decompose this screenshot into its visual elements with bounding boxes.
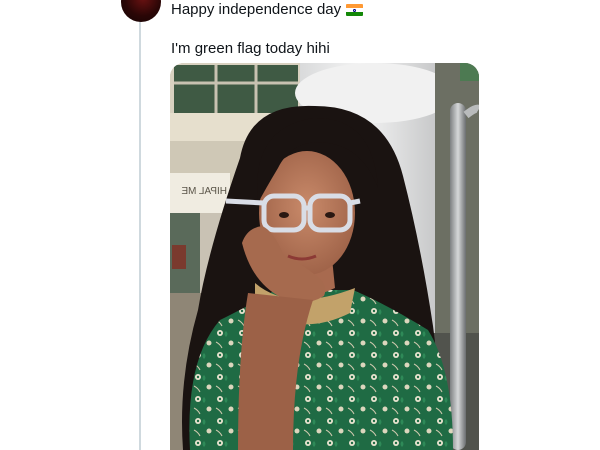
post-text-2: I'm green flag today hihi	[171, 40, 330, 57]
post-text-1: Happy independence day	[171, 1, 342, 18]
india-flag-icon	[346, 4, 364, 16]
photo-illustration: HIPAL ME	[170, 63, 479, 450]
thread-connector-line	[139, 20, 141, 450]
avatar[interactable]	[121, 0, 161, 22]
photo-sign-text: HIPAL ME	[181, 186, 227, 197]
post-text-line-1: Happy independence day	[171, 0, 364, 20]
post-text-line-2: I'm green flag today hihi	[171, 39, 330, 59]
post-photo[interactable]: HIPAL ME	[170, 63, 479, 450]
